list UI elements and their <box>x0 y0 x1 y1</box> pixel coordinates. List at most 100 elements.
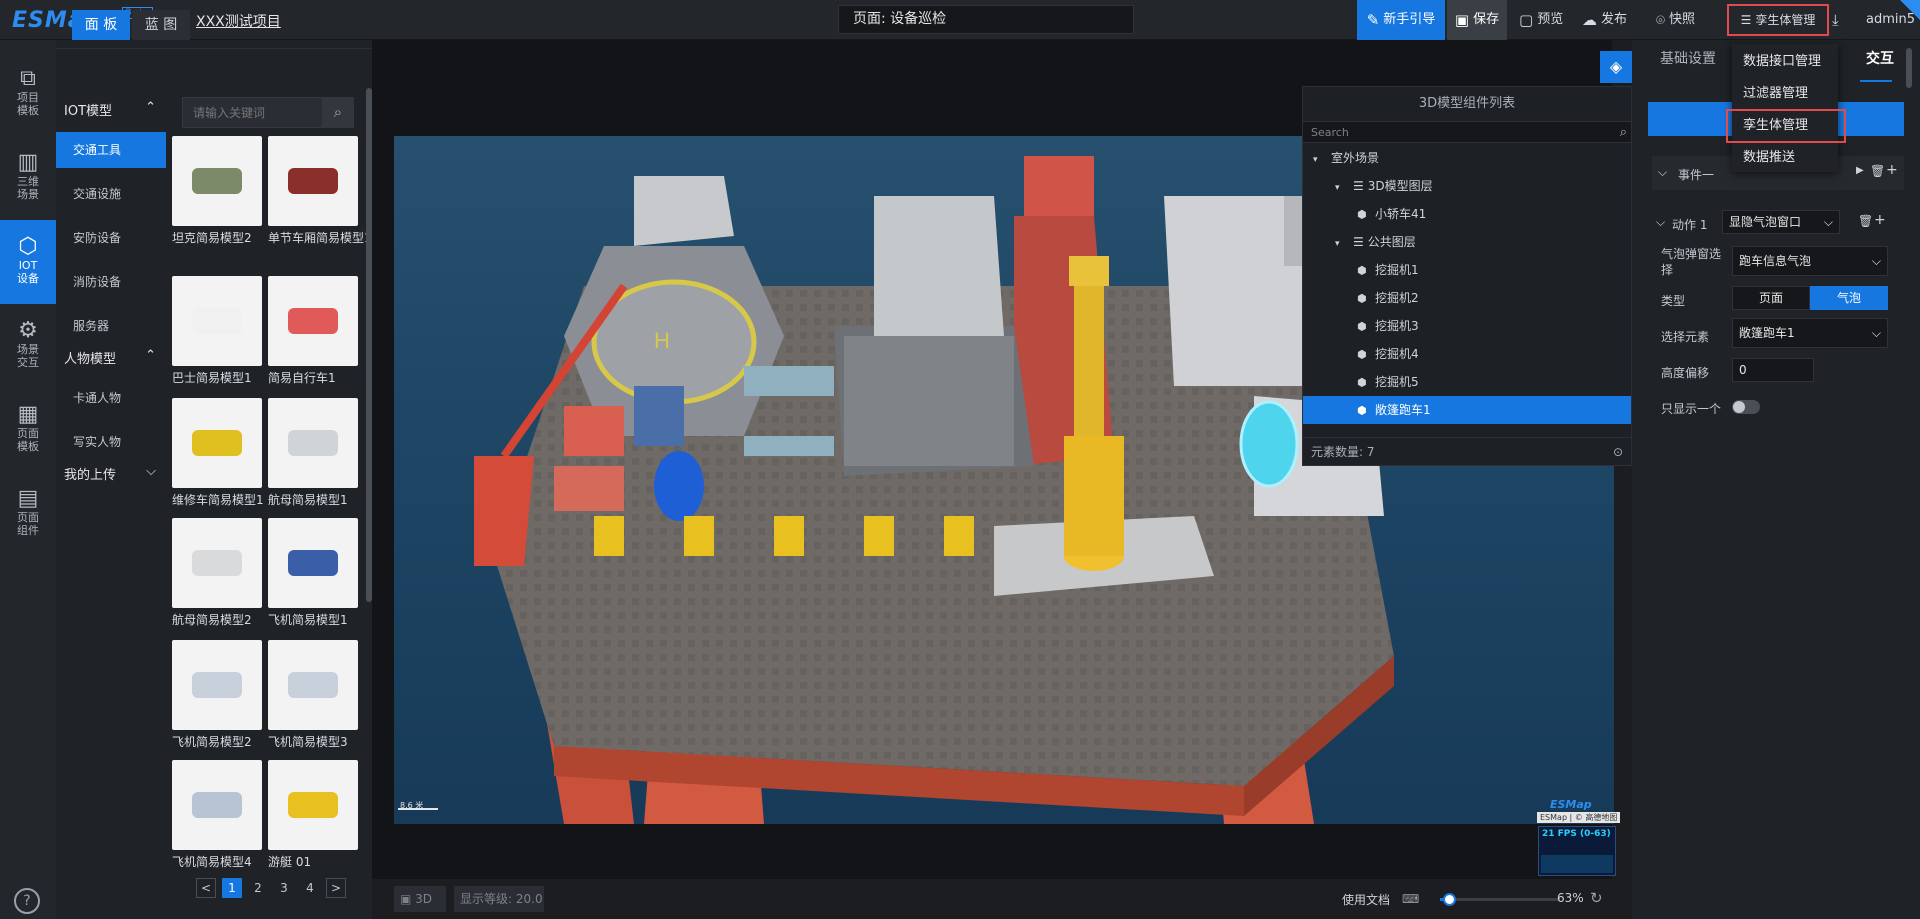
menu-item-data-interface[interactable]: 数据接口管理 <box>1732 47 1838 77</box>
reset-icon[interactable]: ↻ <box>1590 889 1603 907</box>
rail-scene-interaction[interactable]: ⚙ 场景 交互 <box>0 304 56 388</box>
rail-page-components[interactable]: ▤ 页面 组件 <box>0 472 56 556</box>
page-1[interactable]: 1 <box>222 878 242 898</box>
menu-item-data-push[interactable]: 数据推送 <box>1732 143 1838 173</box>
model-card[interactable]: 游艇 01 <box>268 760 358 870</box>
rail-iot-devices[interactable]: ⬡ IOT 设备 <box>0 220 56 304</box>
rail-3d-scene[interactable]: ▥ 三维 场景 <box>0 136 56 220</box>
search-icon[interactable]: ⌕ <box>1620 122 1627 144</box>
trash-icon[interactable]: 🗑 <box>1870 164 1885 178</box>
pagination: <1 2 3 4 > <box>196 878 346 898</box>
docs-link[interactable]: 使用文档 <box>1342 891 1390 908</box>
page-3[interactable]: 3 <box>274 878 294 898</box>
page-2[interactable]: 2 <box>248 878 268 898</box>
category-item[interactable]: 卡通人物 <box>56 380 166 416</box>
cube-icon: ⬢ <box>1357 376 1367 389</box>
category-group-header[interactable]: IOT模型 ⌃ <box>64 100 156 119</box>
save-button[interactable]: ▣ 保存 <box>1447 0 1507 40</box>
layers-icon[interactable]: ◈ <box>1600 51 1632 83</box>
action-type-select[interactable]: 显隐气泡窗口 ⌵ <box>1722 210 1840 234</box>
fps-meter: 21 FPS (0-63) <box>1538 826 1616 876</box>
page-4[interactable]: 4 <box>300 878 320 898</box>
twin-management-button[interactable]: ☰ 孪生体管理 <box>1727 4 1829 36</box>
model-card[interactable]: 飞机简易模型1 <box>268 518 358 628</box>
model-card[interactable]: 简易自行车1 <box>268 276 358 386</box>
model-card-label: 航母简易模型1 <box>268 493 348 507</box>
model-thumbnail <box>172 760 262 850</box>
snapshot-button[interactable]: ⌾ 快照 <box>1656 0 1695 40</box>
category-item[interactable]: 安防设备 <box>56 220 166 256</box>
offset-input[interactable]: 0 <box>1732 358 1814 382</box>
publish-button[interactable]: ☁ 发布 <box>1582 0 1627 40</box>
rail-project-templates[interactable]: ⧉ 项目 模板 <box>0 52 56 136</box>
tree-node[interactable]: ▾ ☰ 公共图层 <box>1303 228 1631 256</box>
category-item[interactable]: 交通设施 <box>56 176 166 212</box>
tree-node[interactable]: ⬢ 挖掘机4 <box>1303 340 1631 368</box>
tab-panel[interactable]: 面 板 <box>72 10 130 40</box>
search-icon[interactable]: ⌕ <box>322 97 354 128</box>
bubble-select[interactable]: 跑车信息气泡 ⌵ <box>1732 246 1888 276</box>
tree-node[interactable]: ⬢ 挖掘机5 <box>1303 368 1631 396</box>
model-card[interactable]: 维修车简易模型1 <box>172 398 264 508</box>
model-card[interactable]: 坦克简易模型2 <box>172 136 262 246</box>
tree-node[interactable]: ⬢ 挖掘机2 <box>1303 284 1631 312</box>
help-icon[interactable]: ? <box>14 888 40 914</box>
only-one-label: 只显示一个 <box>1661 402 1722 416</box>
tab-blueprint[interactable]: 蓝 图 <box>132 10 190 40</box>
model-card[interactable]: 飞机简易模型2 <box>172 640 262 750</box>
type-page-option[interactable]: 页面 <box>1732 286 1810 310</box>
tree-node[interactable]: ⬢ 敞篷跑车1 <box>1303 396 1631 424</box>
model-card[interactable]: 航母简易模型2 <box>172 518 262 628</box>
category-item[interactable]: 交通工具 <box>56 132 166 168</box>
download-icon: ⤓ <box>1832 11 1839 29</box>
current-page-field[interactable]: 页面: 设备巡检 <box>838 5 1134 34</box>
play-icon[interactable]: ▶ <box>1856 165 1864 176</box>
settings-icon[interactable]: ⊙ <box>1613 438 1623 466</box>
tree-node[interactable]: ⬢ 挖掘机1 <box>1303 256 1631 284</box>
add-icon[interactable]: + <box>1874 212 1886 228</box>
trash-icon[interactable]: 🗑 <box>1858 214 1873 228</box>
menu-item-twin[interactable]: 孪生体管理 <box>1726 109 1846 143</box>
zoom-slider[interactable] <box>1440 893 1560 906</box>
prev-page-button[interactable]: < <box>196 878 216 898</box>
project-name[interactable]: XXX测试项目 <box>196 11 281 31</box>
tab-basic-settings[interactable]: 基础设置 <box>1660 48 1716 68</box>
model-card[interactable]: 单节车厢简易模型1 <box>268 136 372 246</box>
element-select[interactable]: 敞篷跑车1 ⌵ <box>1732 318 1888 348</box>
add-icon[interactable]: + <box>1886 162 1898 178</box>
view-mode-toggle[interactable]: ▣ 3D <box>394 886 446 912</box>
tree-node[interactable]: ▾ 室外场景 <box>1303 144 1631 172</box>
right-scrollbar[interactable] <box>1906 48 1912 88</box>
bottom-bar: ▣ 3D 显示等级: 20.0 使用文档 ⌨ 63% ↻ <box>372 879 1612 919</box>
preview-button[interactable]: ▢ 预览 <box>1519 0 1563 40</box>
rail-iot-devices-label-0: IOT <box>18 258 38 272</box>
model-card[interactable]: 飞机简易模型3 <box>268 640 358 750</box>
download-button[interactable]: ⤓ <box>1832 0 1839 40</box>
model-search-input[interactable] <box>182 97 324 128</box>
element-count: 元素数量: 7 ⊙ <box>1303 437 1631 465</box>
keyboard-icon[interactable]: ⌨ <box>1402 892 1419 906</box>
category-item[interactable]: 写实人物 <box>56 424 166 460</box>
tree-node[interactable]: ▾ ☰ 3D模型图层 <box>1303 172 1631 200</box>
category-group-title: 人物模型 <box>64 352 117 367</box>
model-card[interactable]: 飞机简易模型4 <box>172 760 262 870</box>
category-group-header[interactable]: 我的上传 ⌵ <box>64 464 156 483</box>
tree-node[interactable]: ⬢ 挖掘机3 <box>1303 312 1631 340</box>
category-group-title: 我的上传 <box>64 468 117 483</box>
tree-search-input[interactable]: Search ⌕ <box>1303 121 1631 143</box>
tree-node[interactable]: ⬢ 小轿车41 <box>1303 200 1631 228</box>
menu-item-filter[interactable]: 过滤器管理 <box>1732 79 1838 109</box>
model-card[interactable]: 巴士简易模型1 <box>172 276 262 386</box>
category-item[interactable]: 服务器 <box>56 308 166 344</box>
category-item[interactable]: 消防设备 <box>56 264 166 300</box>
model-card[interactable]: 航母简易模型1 <box>268 398 358 508</box>
cube-icon: ⬢ <box>1357 404 1367 417</box>
category-group-header[interactable]: 人物模型 ⌃ <box>64 348 156 367</box>
next-page-button[interactable]: > <box>326 878 346 898</box>
guide-button[interactable]: ✎ 新手引导 <box>1357 0 1445 40</box>
type-bubble-option[interactable]: 气泡 <box>1810 286 1888 310</box>
only-one-toggle[interactable] <box>1732 400 1760 414</box>
tab-interaction[interactable]: 交互 <box>1866 48 1894 68</box>
rail-page-templates[interactable]: ▦ 页面 模板 <box>0 388 56 472</box>
model-card-label: 游艇 01 <box>268 855 312 869</box>
